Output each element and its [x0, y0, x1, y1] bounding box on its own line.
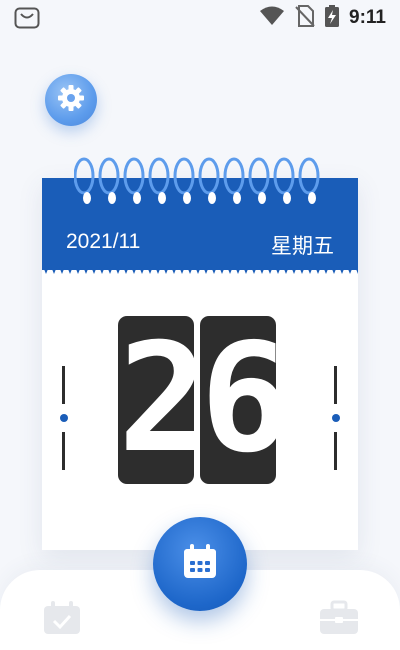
spiral-ring [123, 157, 145, 195]
status-time: 9:11 [349, 7, 386, 28]
right-binder-line [334, 432, 337, 470]
right-binder-line [334, 366, 337, 404]
right-binder-dot [332, 414, 340, 422]
left-binder-dot [60, 414, 68, 422]
spiral-hole [158, 192, 166, 204]
settings-button[interactable] [45, 74, 97, 126]
spiral-ring [198, 157, 220, 195]
battery-charging-icon [325, 4, 340, 32]
gear-icon [56, 83, 86, 118]
no-sim-icon [295, 4, 315, 32]
status-bar: 9:11 [0, 0, 400, 36]
spiral-ring [248, 157, 270, 195]
spiral-ring [298, 157, 320, 195]
header-zigzag-edge [42, 264, 358, 274]
spiral-binding [74, 157, 320, 204]
shopping-bag-icon [14, 7, 40, 29]
day-digit-tens: 2 [118, 312, 209, 486]
spiral-ring [273, 157, 295, 195]
spiral-hole [208, 192, 216, 204]
spiral-ring [148, 157, 170, 195]
spiral-ring [98, 157, 120, 195]
spiral-hole [108, 192, 116, 204]
spiral-hole [83, 192, 91, 204]
year-month-label: 2021/11 [66, 230, 141, 253]
wifi-icon [259, 6, 285, 31]
left-binder-line [62, 432, 65, 470]
spiral-ring [74, 157, 95, 195]
calendar-card: 2021/11 星期五 2 6 [42, 178, 358, 550]
weekday-label: 星期五 [271, 235, 334, 258]
spiral-ring [173, 157, 195, 195]
spiral-hole [233, 192, 241, 204]
spiral-hole [133, 192, 141, 204]
calendar-check-icon[interactable] [42, 600, 82, 636]
calendar-icon [180, 542, 220, 587]
spiral-ring [223, 157, 245, 195]
spiral-hole [258, 192, 266, 204]
spiral-hole [308, 192, 316, 204]
spiral-hole [283, 192, 291, 204]
day-digit-ones: 6 [200, 312, 291, 486]
spiral-hole [183, 192, 191, 204]
calendar-fab-button[interactable] [153, 517, 247, 611]
left-binder-line [62, 366, 65, 404]
toolbox-icon[interactable] [318, 600, 360, 636]
